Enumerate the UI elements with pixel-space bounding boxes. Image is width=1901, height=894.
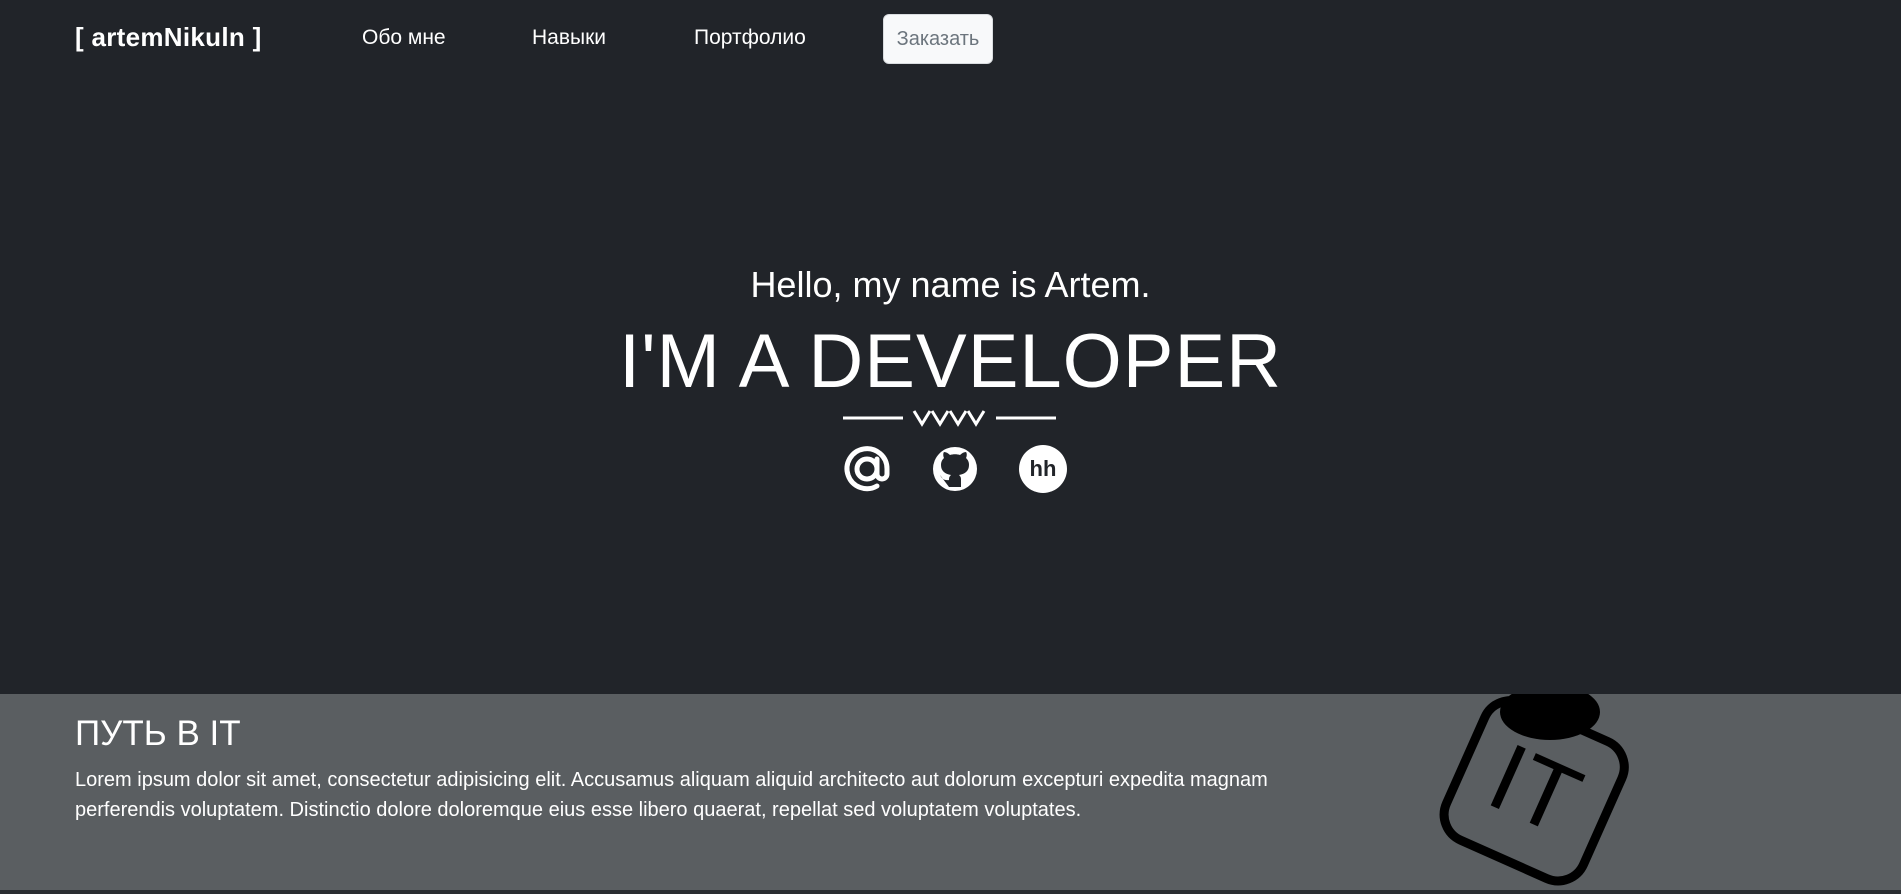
social-links: hh (842, 444, 1067, 498)
nav-link-portfolio[interactable]: Портфолио (694, 26, 806, 50)
hero-title: I'M A DEVELOPER (618, 319, 1283, 404)
order-button[interactable]: Заказать (883, 14, 993, 64)
svg-text:hh: hh (1030, 456, 1057, 481)
github-link[interactable] (930, 444, 980, 494)
about-text: Lorem ipsum dolor sit amet, consectetur … (75, 769, 1268, 821)
nav-link-skills[interactable]: Навыки (532, 26, 606, 50)
nav-link-about[interactable]: Обо мне (362, 26, 446, 50)
hero-section: Hello, my name is Artem. I'M A DEVELOPER… (0, 0, 1901, 694)
brand-logo[interactable]: [ artemNikuln ] (75, 22, 262, 53)
svg-text:IT: IT (1474, 723, 1595, 855)
about-section: ПУТЬ В IT Lorem ipsum dolor sit amet, co… (0, 694, 1901, 890)
it-tag-illustration: IT (1439, 694, 1629, 886)
hh-icon: hh (1019, 445, 1067, 493)
decorative-divider (843, 410, 1056, 427)
footer-strip (0, 890, 1901, 894)
hh-link[interactable]: hh (1018, 444, 1068, 494)
hero-greeting: Hello, my name is Artem. (750, 264, 1151, 305)
at-sign-icon (844, 446, 890, 492)
about-heading: ПУТЬ В IT (75, 714, 241, 753)
navbar: [ artemNikuln ] Обо мне Навыки Портфолио… (0, 0, 1901, 78)
github-icon (933, 447, 977, 491)
email-link[interactable] (842, 444, 892, 494)
